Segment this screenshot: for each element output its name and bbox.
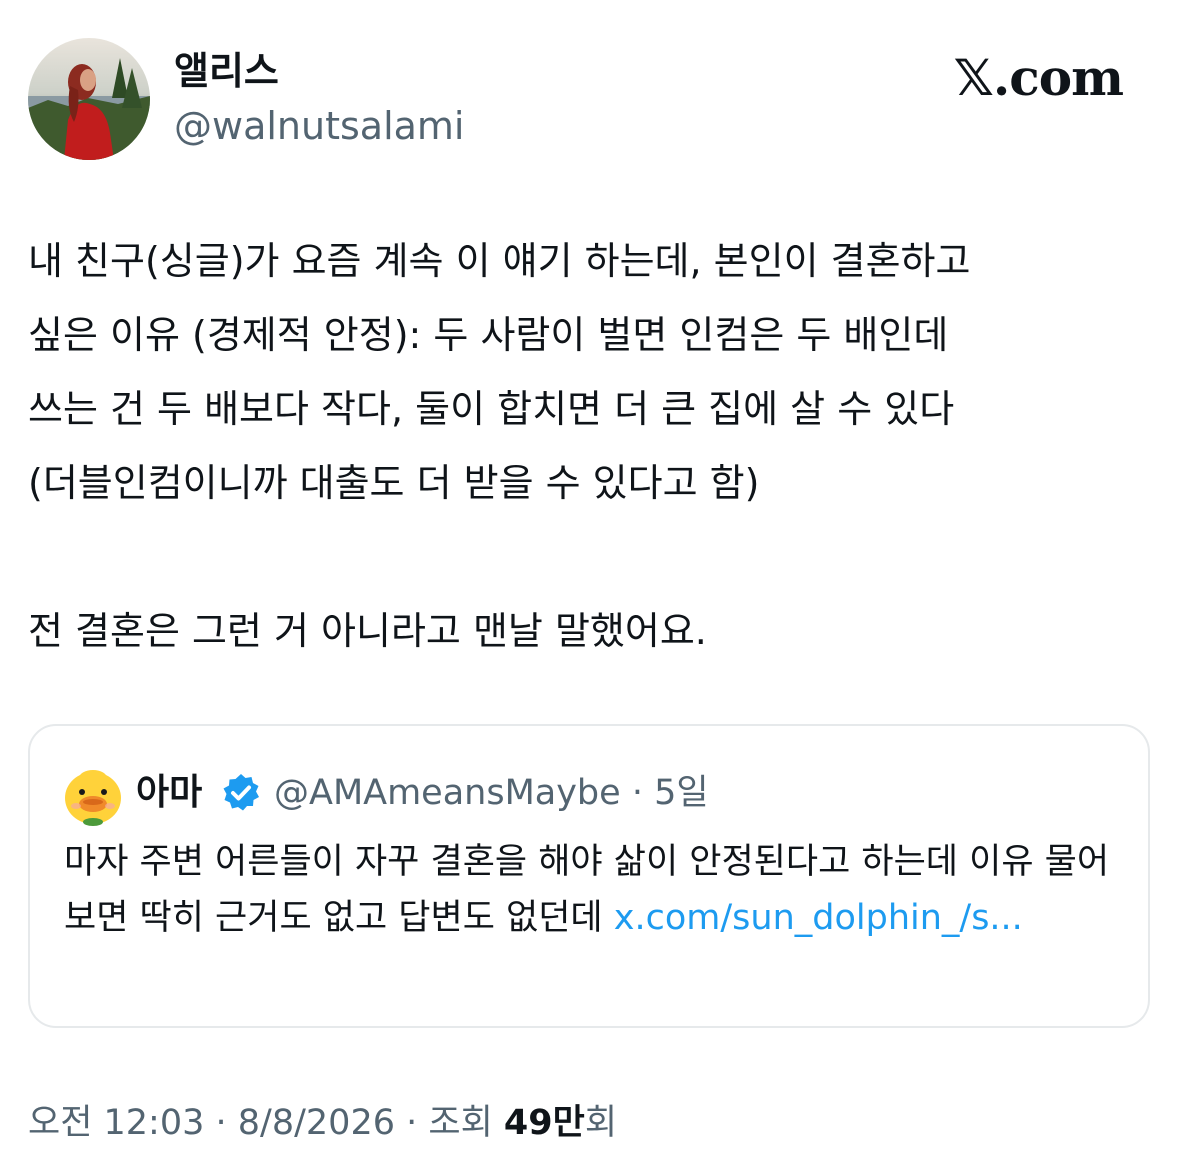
- footer-separator: ·: [204, 1103, 238, 1143]
- quoted-tweet-text: 마자 주변 어른들이 자꾸 결혼을 해야 삶이 안정된다고 하는데 이유 물어보…: [64, 834, 1124, 946]
- meta-separator: ·: [620, 773, 655, 813]
- footer-separator: ·: [394, 1103, 429, 1143]
- verified-badge-icon: [220, 772, 262, 814]
- x-logo-icon: 𝕏: [953, 49, 994, 107]
- quoted-link[interactable]: x.com/sun_dolphin_/s...: [614, 898, 1023, 938]
- views-label: 조회: [428, 1103, 504, 1143]
- tweet-date[interactable]: 8/8/2026: [238, 1103, 395, 1143]
- brand-domain: .com: [992, 48, 1124, 107]
- views-count: 49만: [503, 1103, 585, 1143]
- duck-avatar-icon[interactable]: [62, 764, 124, 826]
- quoted-timestamp[interactable]: 5일: [654, 773, 708, 813]
- tweet-footer: 오전 12:03 · 8/8/2026 · 조회 49만회: [28, 1098, 617, 1148]
- quoted-display-name[interactable]: 아마: [136, 770, 202, 816]
- avatar[interactable]: [28, 38, 150, 160]
- quoted-handle[interactable]: @AMAmeansMaybe: [274, 773, 621, 813]
- display-name[interactable]: 앨리스: [174, 46, 279, 96]
- views-suffix: 회: [584, 1103, 618, 1143]
- tweet-text: 내 친구(싱글)가 요즘 계속 이 얘기 하는데, 본인이 결혼하고 싶은 이유…: [28, 239, 971, 653]
- quoted-tweet-card[interactable]: 아마 @AMAmeansMaybe · 5일 마자 주변 어른들이 자꾸 결혼을…: [28, 724, 1150, 1028]
- user-handle[interactable]: @walnutsalami: [174, 102, 465, 150]
- quoted-meta: @AMAmeansMaybe · 5일: [274, 770, 709, 816]
- avatar-photo: [28, 38, 150, 160]
- tweet-time[interactable]: 오전 12:03: [28, 1103, 204, 1143]
- x-com-logo: 𝕏.com: [953, 48, 1124, 108]
